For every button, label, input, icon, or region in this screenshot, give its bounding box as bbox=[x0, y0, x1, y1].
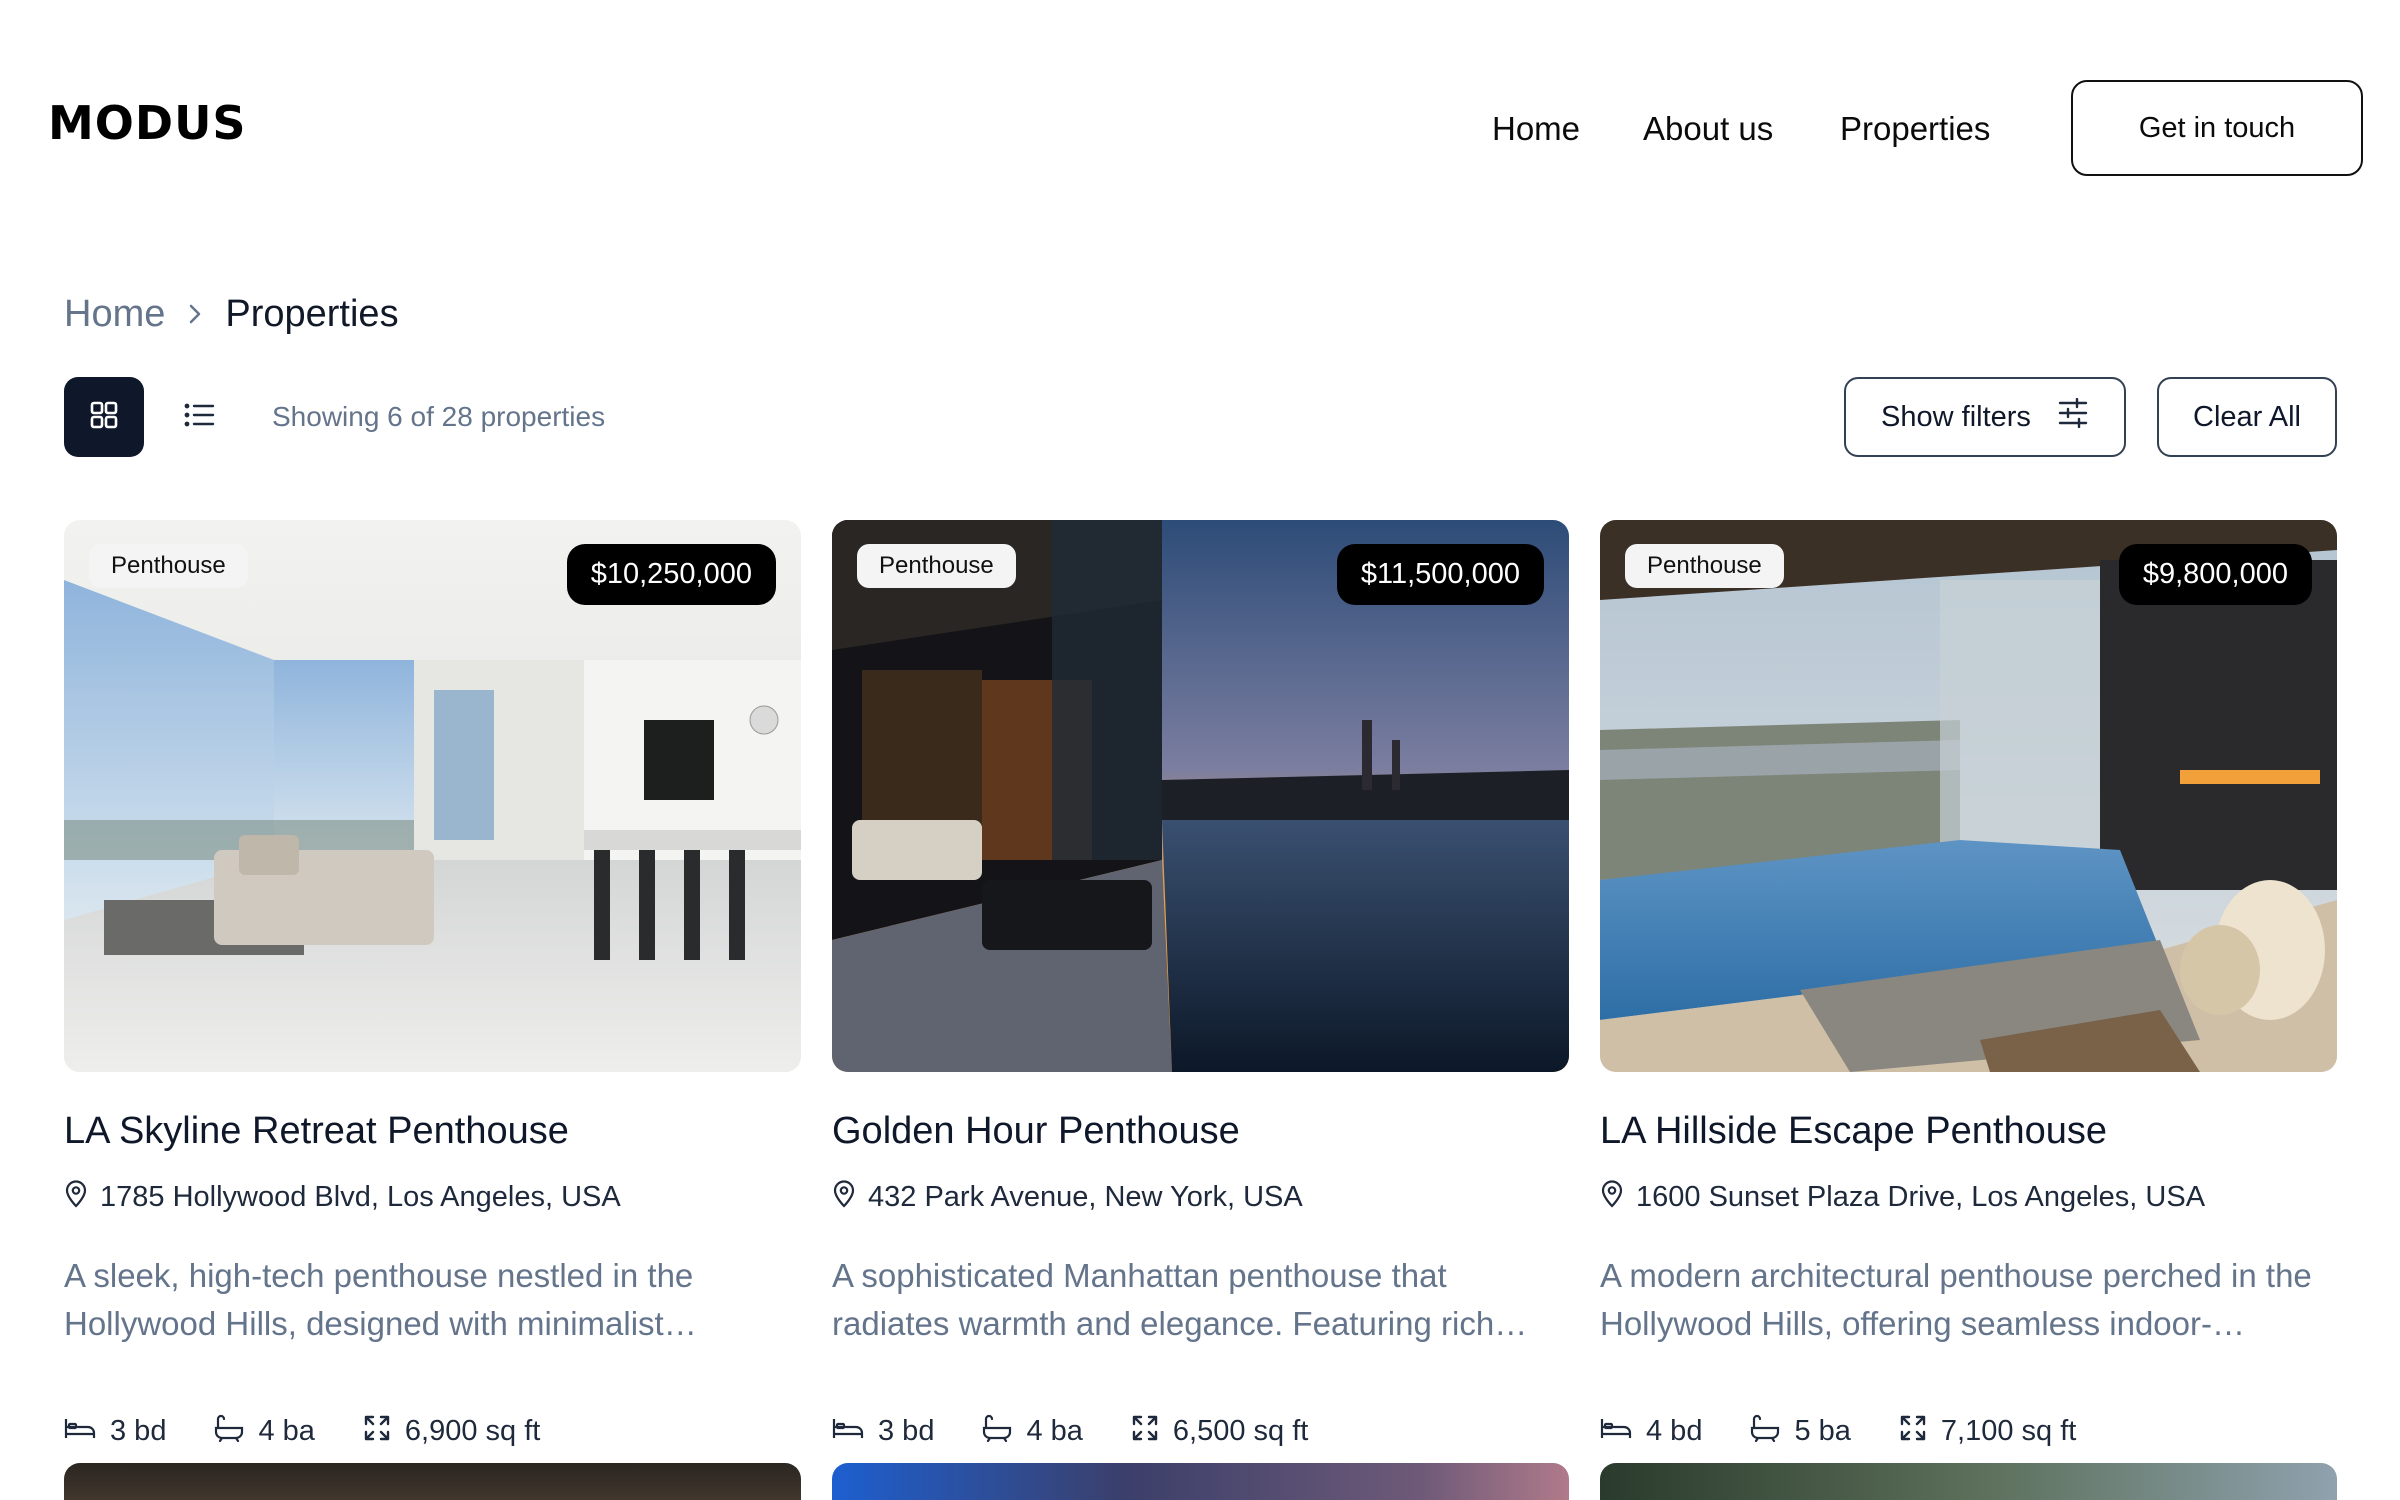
property-image[interactable]: Penthouse $11,500,000 bbox=[832, 520, 1569, 1072]
property-title[interactable]: LA Hillside Escape Penthouse bbox=[1600, 1112, 2107, 1150]
property-description: A modern architectural penthouse perched… bbox=[1600, 1257, 2312, 1342]
address-text: 1785 Hollywood Blvd, Los Angeles, USA bbox=[100, 1180, 621, 1213]
sliders-icon bbox=[2057, 397, 2089, 436]
expand-icon bbox=[1899, 1414, 1927, 1448]
property-specs: 3 bd 4 ba 6,500 sq ft bbox=[832, 1414, 1356, 1448]
property-card-partial[interactable] bbox=[832, 1463, 1569, 1500]
show-filters-label: Show filters bbox=[1881, 400, 2031, 433]
property-description: A sophisticated Manhattan penthouse that… bbox=[832, 1257, 1528, 1342]
list-view-button[interactable] bbox=[160, 377, 240, 457]
nav-properties-link[interactable]: Properties bbox=[1840, 110, 1990, 148]
property-title[interactable]: Golden Hour Penthouse bbox=[832, 1112, 1240, 1150]
bed-icon bbox=[1600, 1416, 1632, 1446]
bath-icon bbox=[214, 1414, 244, 1448]
show-filters-button[interactable]: Show filters bbox=[1844, 377, 2126, 457]
address-text: 1600 Sunset Plaza Drive, Los Angeles, US… bbox=[1636, 1180, 2206, 1213]
breadcrumb: Home Properties bbox=[64, 295, 399, 333]
property-type-badge: Penthouse bbox=[1625, 544, 1784, 588]
property-specs: 4 bd 5 ba 7,100 sq ft bbox=[1600, 1414, 2124, 1448]
bed-icon bbox=[64, 1416, 96, 1446]
beds-spec: 4 bd bbox=[1600, 1416, 1702, 1446]
property-address: 1785 Hollywood Blvd, Los Angeles, USA bbox=[64, 1180, 621, 1214]
beds-value: 4 bd bbox=[1646, 1414, 1703, 1447]
baths-spec: 4 ba bbox=[982, 1414, 1083, 1448]
property-card[interactable]: Penthouse $9,800,000 LA Hillside Escape … bbox=[1600, 520, 2337, 1445]
breadcrumb-home-link[interactable]: Home bbox=[64, 295, 165, 333]
area-value: 6,500 sq ft bbox=[1172, 1414, 1309, 1447]
grid-icon bbox=[89, 400, 119, 435]
beds-spec: 3 bd bbox=[64, 1416, 166, 1446]
bath-icon bbox=[982, 1414, 1012, 1448]
brand-logo[interactable]: MODUS bbox=[48, 100, 247, 146]
map-pin-icon bbox=[1600, 1180, 1624, 1214]
area-value: 6,900 sq ft bbox=[404, 1414, 541, 1447]
price-badge: $9,800,000 bbox=[2118, 544, 2312, 605]
baths-value: 4 ba bbox=[1026, 1414, 1083, 1447]
beds-value: 3 bd bbox=[878, 1414, 935, 1447]
clear-all-button[interactable]: Clear All bbox=[2157, 377, 2337, 457]
area-spec: 6,500 sq ft bbox=[1131, 1414, 1308, 1448]
property-card-partial[interactable] bbox=[64, 1463, 801, 1500]
chevron-right-icon bbox=[165, 302, 225, 326]
breadcrumb-current: Properties bbox=[225, 293, 399, 335]
beds-spec: 3 bd bbox=[832, 1416, 934, 1446]
site-header: MODUS Home About us Properties Get in to… bbox=[0, 0, 2400, 250]
results-count: Showing 6 of 28 properties bbox=[272, 401, 606, 432]
property-card-partial[interactable] bbox=[1600, 1463, 2337, 1500]
property-card[interactable]: Penthouse $10,250,000 LA Skyline Retreat… bbox=[64, 520, 801, 1445]
area-spec: 6,900 sq ft bbox=[363, 1414, 540, 1448]
baths-value: 5 ba bbox=[1794, 1414, 1851, 1447]
expand-icon bbox=[363, 1414, 391, 1448]
property-address: 432 Park Avenue, New York, USA bbox=[832, 1180, 1303, 1214]
area-spec: 7,100 sq ft bbox=[1899, 1414, 2076, 1448]
baths-value: 4 ba bbox=[258, 1414, 315, 1447]
nav-about-link[interactable]: About us bbox=[1643, 110, 1773, 148]
list-icon bbox=[184, 402, 216, 433]
map-pin-icon bbox=[832, 1180, 856, 1214]
bed-icon bbox=[832, 1416, 864, 1446]
price-badge: $10,250,000 bbox=[566, 544, 776, 605]
area-value: 7,100 sq ft bbox=[1940, 1414, 2077, 1447]
property-card[interactable]: Penthouse $11,500,000 Golden Hour Pentho… bbox=[832, 520, 1569, 1445]
property-address: 1600 Sunset Plaza Drive, Los Angeles, US… bbox=[1600, 1180, 2205, 1214]
nav-home-link[interactable]: Home bbox=[1492, 110, 1580, 148]
property-image[interactable]: Penthouse $10,250,000 bbox=[64, 520, 801, 1072]
property-title[interactable]: LA Skyline Retreat Penthouse bbox=[64, 1112, 569, 1150]
property-specs: 3 bd 4 ba 6,900 sq ft bbox=[64, 1414, 588, 1448]
bath-icon bbox=[1750, 1414, 1780, 1448]
grid-view-button[interactable] bbox=[64, 377, 144, 457]
address-text: 432 Park Avenue, New York, USA bbox=[868, 1180, 1303, 1213]
property-type-badge: Penthouse bbox=[857, 544, 1016, 588]
property-type-badge: Penthouse bbox=[89, 544, 248, 588]
expand-icon bbox=[1131, 1414, 1159, 1448]
property-description: A sleek, high-tech penthouse nestled in … bbox=[64, 1257, 697, 1342]
price-badge: $11,500,000 bbox=[1336, 544, 1544, 605]
beds-value: 3 bd bbox=[110, 1414, 167, 1447]
baths-spec: 4 ba bbox=[214, 1414, 315, 1448]
map-pin-icon bbox=[64, 1180, 88, 1214]
property-image[interactable]: Penthouse $9,800,000 bbox=[1600, 520, 2337, 1072]
baths-spec: 5 ba bbox=[1750, 1414, 1851, 1448]
get-in-touch-button[interactable]: Get in touch bbox=[2071, 80, 2363, 176]
